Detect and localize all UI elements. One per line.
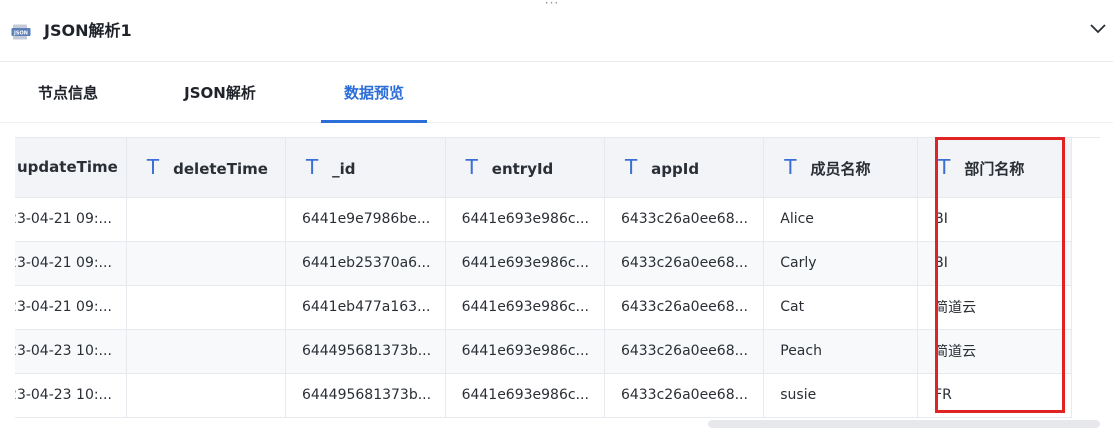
table-row[interactable]: 2023-04-21 09:... 6441e9e7986be... 6441e… (15, 197, 1072, 242)
table-cell: 6433c26a0ee68... (604, 241, 765, 286)
table-cell: 6433c26a0ee68... (604, 197, 765, 242)
horizontal-scrollbar[interactable] (15, 420, 1100, 430)
table-cell: 2023-04-21 09:... (15, 241, 127, 286)
table-cell: susie (763, 373, 919, 418)
table-cell: 6441e693e986c... (445, 373, 605, 418)
table-cell: 简道云 (917, 285, 1072, 330)
table-cell: 6433c26a0ee68... (604, 329, 765, 374)
column-name: 部门名称 (964, 160, 1025, 179)
table-cell: 2023-04-21 09:... (15, 197, 127, 242)
column-name: deleteTime (173, 160, 268, 179)
table-cell (126, 285, 286, 330)
table-cell: 2023-04-21 09:... (15, 285, 127, 330)
table-cell: Peach (763, 329, 919, 374)
text-type-icon: T (305, 155, 319, 180)
column-name: 成员名称 (810, 160, 871, 179)
table-cell (126, 373, 286, 418)
table-row[interactable]: 2023-04-23 10:... 644495681373b... 6441e… (15, 373, 1072, 418)
panel-title: JSON解析1 (44, 21, 132, 40)
column-name: entryId (491, 160, 554, 179)
table-row[interactable]: 2023-04-23 10:... 644495681373b... 6441e… (15, 329, 1072, 374)
table-cell: Cat (763, 285, 919, 330)
tab-node-info[interactable]: 节点信息 (24, 63, 112, 122)
table-row[interactable]: 2023-04-21 09:... 6441eb477a163... 6441e… (15, 285, 1072, 330)
text-type-icon: T (784, 155, 797, 180)
column-header[interactable]: TentryId (445, 138, 605, 198)
table-cell: 6441e693e986c... (445, 241, 605, 286)
table-cell: 2023-04-23 10:... (15, 329, 127, 374)
table-row[interactable]: 2023-04-21 09:... 6441eb25370a6... 6441e… (15, 241, 1072, 286)
table-header-row: updateTime TdeleteTime T _id TentryId Tap… (15, 138, 1072, 198)
svg-text:JSON: JSON (13, 31, 28, 37)
text-type-icon: T (624, 155, 638, 180)
text-type-icon: T (465, 155, 478, 180)
text-type-icon: T (146, 155, 160, 180)
table-cell: 6441e693e986c... (445, 197, 605, 242)
table-cell: 644495681373b... (285, 329, 446, 374)
table-cell (126, 241, 286, 286)
table-cell: 6441e9e7986be... (285, 197, 446, 242)
column-header[interactable]: T _id (285, 138, 446, 198)
table-cell: 6441e693e986c... (445, 285, 605, 330)
column-header[interactable]: TappId (604, 138, 765, 198)
table-cell (126, 329, 286, 374)
table-cell: 6433c26a0ee68... (604, 373, 765, 418)
scrollbar-thumb[interactable] (708, 420, 1100, 428)
table-cell: 644495681373b... (285, 373, 446, 418)
chevron-down-icon[interactable] (1089, 20, 1107, 38)
text-type-icon: T (938, 155, 951, 180)
tab-json-parse[interactable]: JSON解析 (172, 63, 268, 122)
tab-bar: 节点信息 JSON解析 数据预览 (0, 63, 1113, 123)
table-cell: 6441e693e986c... (445, 329, 605, 374)
column-header[interactable]: TdeleteTime (126, 138, 286, 198)
table-cell: Alice (763, 197, 919, 242)
json-file-icon: JSON (11, 24, 31, 40)
column-name: updateTime (17, 158, 118, 177)
column-header[interactable]: T 成员名称 (763, 138, 919, 198)
table-cell: 2023-04-23 10:... (15, 373, 127, 418)
grid-right-edge (1100, 137, 1113, 418)
table-cell: 简道云 (917, 329, 1072, 374)
column-header[interactable]: T 部门名称 (917, 138, 1072, 198)
table-cell (126, 197, 286, 242)
table-cell: BI (917, 197, 1072, 242)
preview-table: updateTime TdeleteTime T _id TentryId Tap… (15, 138, 1072, 418)
tab-data-preview[interactable]: 数据预览 (321, 63, 427, 122)
table-cell: 6441eb477a163... (285, 285, 446, 330)
panel-header: JSON JSON解析1 (0, 0, 1113, 62)
table-cell: Carly (763, 241, 919, 286)
table-cell: 6433c26a0ee68... (604, 285, 765, 330)
table-cell: 6441eb25370a6... (285, 241, 446, 286)
data-preview-grid: updateTime TdeleteTime T _id TentryId Tap… (15, 137, 1100, 418)
column-name: _id (332, 160, 356, 179)
column-name: appId (651, 160, 700, 179)
table-cell: BI (917, 241, 1072, 286)
column-header[interactable]: updateTime (15, 138, 127, 198)
active-tab-indicator (321, 120, 427, 123)
table-cell: FR (917, 373, 1072, 418)
